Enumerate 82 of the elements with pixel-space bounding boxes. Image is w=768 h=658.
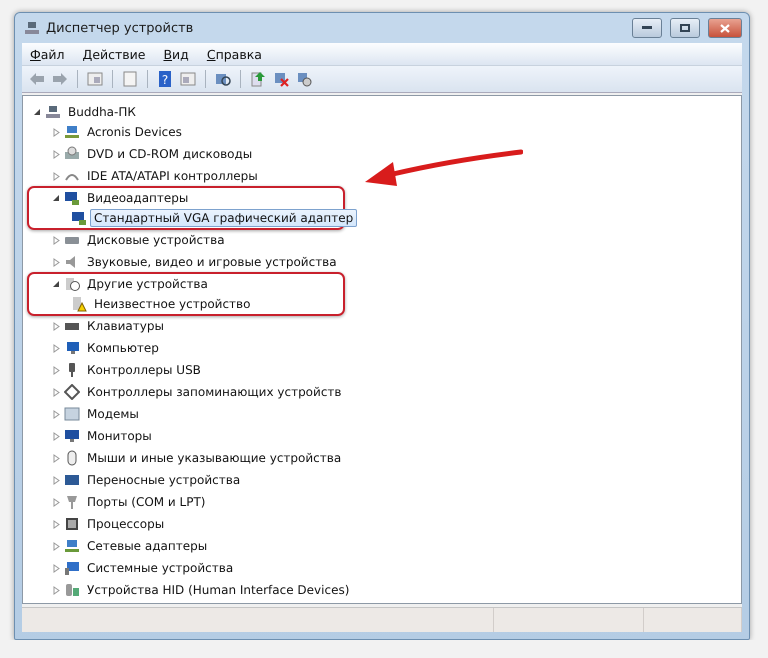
maximize-button[interactable]	[670, 18, 700, 38]
disable-device-icon[interactable]	[295, 70, 313, 88]
portable-device-icon	[64, 472, 80, 488]
tree-item[interactable]: Клавиатуры	[83, 317, 168, 335]
tree-item[interactable]: Видеоадаптеры	[83, 189, 192, 207]
window-title: Диспетчер устройств	[46, 20, 194, 36]
expand-arrow-icon[interactable]	[52, 432, 61, 440]
disc-drive-icon	[64, 146, 80, 162]
expand-arrow-icon[interactable]	[52, 322, 61, 330]
help-icon[interactable]: ?	[156, 70, 174, 88]
minimize-button[interactable]	[632, 18, 662, 38]
help-glyph: ?	[162, 73, 168, 87]
monitor-icon	[64, 428, 80, 444]
minimize-icon	[642, 26, 652, 30]
tree-item[interactable]: Процессоры	[83, 515, 168, 533]
expand-arrow-icon[interactable]	[52, 172, 61, 180]
properties-sheet-icon[interactable]	[121, 70, 139, 88]
maximize-icon	[680, 24, 690, 32]
monitor-icon	[64, 560, 80, 576]
tree-item[interactable]: Устройства HID (Human Interface Devices)	[83, 581, 354, 599]
monitor-icon	[64, 340, 80, 356]
tree-item[interactable]: Системные устройства	[83, 559, 238, 577]
close-icon	[720, 24, 730, 32]
expand-arrow-icon[interactable]	[52, 366, 61, 374]
tree-item[interactable]: Контроллеры USB	[83, 361, 205, 379]
diamond-arrow-icon	[64, 384, 80, 400]
tree-item[interactable]: Сетевые адаптеры	[83, 537, 212, 555]
collapse-arrow-icon[interactable]	[52, 194, 61, 202]
tree-item[interactable]: Неизвестное устройство	[90, 295, 254, 313]
network-computer-icon	[64, 538, 80, 554]
port-icon	[64, 494, 80, 510]
computer-icon	[45, 104, 61, 120]
modem-icon	[64, 406, 80, 422]
update-driver-icon[interactable]	[249, 70, 267, 88]
tree-item[interactable]: Дисковые устройства	[83, 231, 229, 249]
tree-item[interactable]: Мониторы	[83, 427, 156, 445]
expand-arrow-icon[interactable]	[52, 388, 61, 396]
window-pane-icon[interactable]	[86, 70, 104, 88]
monitor-icon	[71, 210, 87, 226]
computer-icon	[24, 20, 40, 36]
expand-arrow-icon[interactable]	[52, 520, 61, 528]
expand-arrow-icon[interactable]	[52, 586, 61, 594]
window-pane-icon[interactable]	[179, 70, 197, 88]
hid-device-icon	[64, 582, 80, 598]
tree-item[interactable]: Другие устройства	[83, 275, 212, 293]
tree-item[interactable]: Стандартный VGA графический адаптер	[90, 209, 358, 227]
collapse-arrow-icon[interactable]	[52, 280, 61, 288]
tree-item[interactable]: Переносные устройства	[83, 471, 244, 489]
menu-item[interactable]: Действие	[82, 46, 146, 62]
expand-arrow-icon[interactable]	[52, 476, 61, 484]
expand-arrow-icon[interactable]	[52, 410, 61, 418]
expand-arrow-icon[interactable]	[52, 564, 61, 572]
tree-item[interactable]: Компьютер	[83, 339, 163, 357]
forward-arrow-icon[interactable]	[51, 70, 69, 88]
tree-item[interactable]: Контроллеры запоминающих устройств	[83, 383, 346, 401]
uninstall-icon[interactable]	[272, 70, 290, 88]
menu-item[interactable]: Справка	[206, 46, 262, 62]
expand-arrow-icon[interactable]	[52, 454, 61, 462]
processor-icon	[64, 516, 80, 532]
tree-item[interactable]: Acronis Devices	[83, 123, 186, 141]
expand-arrow-icon[interactable]	[52, 542, 61, 550]
unknown-device-icon	[64, 276, 80, 292]
expand-arrow-icon[interactable]	[52, 128, 61, 136]
menu-item[interactable]: Вид	[163, 46, 189, 62]
tree-item[interactable]: Мыши и иные указывающие устройства	[83, 449, 346, 467]
tree-item[interactable]: Модемы	[83, 405, 143, 423]
close-button[interactable]	[708, 18, 742, 38]
warning-icon	[71, 296, 87, 312]
expand-arrow-icon[interactable]	[52, 344, 61, 352]
menu-item[interactable]: Файл	[30, 46, 65, 62]
tree-item[interactable]: Buddha-ПК	[64, 103, 140, 121]
tree-item[interactable]: DVD и CD-ROM дисководы	[83, 145, 256, 163]
monitor-icon	[64, 190, 80, 206]
tree-item[interactable]: Звуковые, видео и игровые устройства	[83, 253, 341, 271]
expand-arrow-icon[interactable]	[52, 236, 61, 244]
expand-arrow-icon[interactable]	[52, 150, 61, 158]
tree-item[interactable]: Порты (COM и LPT)	[83, 493, 210, 511]
collapse-arrow-icon[interactable]	[33, 108, 42, 116]
expand-arrow-icon[interactable]	[52, 498, 61, 506]
expand-arrow-icon[interactable]	[52, 258, 61, 266]
network-computer-icon	[64, 124, 80, 140]
tree-item[interactable]: IDE ATA/ATAPI контроллеры	[83, 167, 262, 185]
